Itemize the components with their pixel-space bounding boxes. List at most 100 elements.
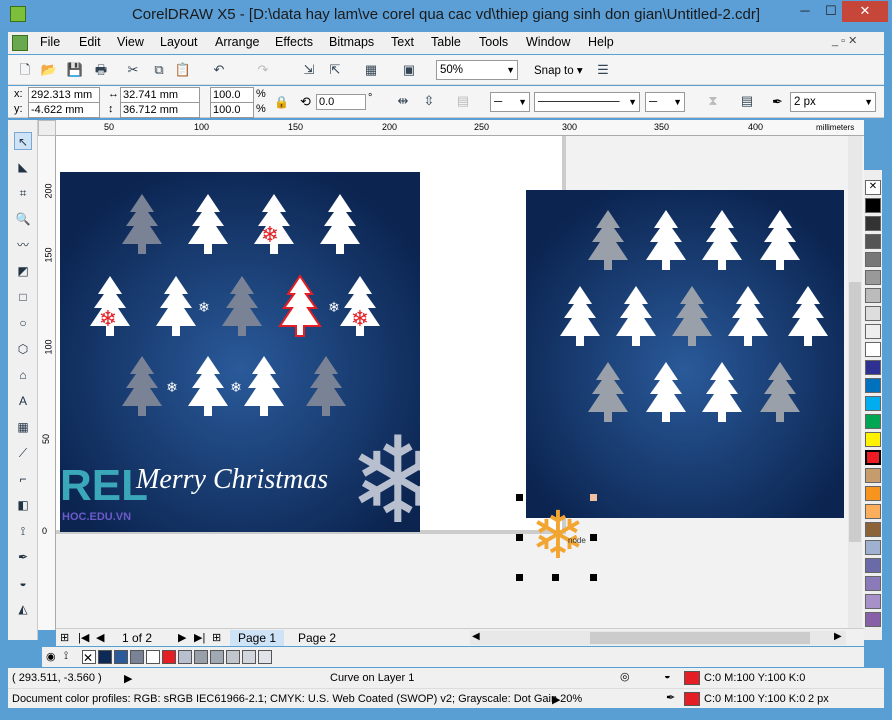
snap-to-dropdown[interactable]: Snap to ▾ <box>534 63 583 77</box>
menu-arrange[interactable]: Arrange <box>215 35 259 49</box>
rotation-angle-field[interactable]: 0.0 <box>316 94 366 110</box>
pick-tool-icon[interactable]: ↖ <box>14 132 32 150</box>
horizontal-scrollbar[interactable]: ◀ ▶ <box>470 631 846 645</box>
selection-handle[interactable] <box>516 534 523 541</box>
profile-expand-icon[interactable]: ▶ <box>552 693 560 706</box>
smart-fill-tool-icon[interactable]: ◩ <box>14 262 32 280</box>
convert-to-curves-icon[interactable]: ▤ <box>452 90 474 112</box>
selection-handle[interactable] <box>516 494 523 501</box>
width-field[interactable]: 32.741 mm <box>120 87 200 103</box>
tab-page-2[interactable]: Page 2 <box>290 630 344 646</box>
color-swatch[interactable] <box>865 360 881 375</box>
undo-icon[interactable]: ↶ <box>208 59 230 81</box>
close-button[interactable]: ✕ <box>842 1 888 22</box>
color-swatch[interactable] <box>865 288 881 303</box>
color-swatch[interactable] <box>865 504 881 519</box>
color-swatch[interactable] <box>146 650 160 664</box>
scale-x-field[interactable]: 100.0 <box>210 87 254 103</box>
fill-tool-icon[interactable]: ◒ <box>14 574 32 592</box>
menu-table[interactable]: Table <box>431 35 461 49</box>
color-swatch[interactable] <box>865 198 881 213</box>
menu-edit[interactable]: Edit <box>79 35 101 49</box>
color-swatch[interactable] <box>865 234 881 249</box>
color-swatch[interactable] <box>865 306 881 321</box>
color-swatch[interactable] <box>865 432 881 447</box>
add-page-icon[interactable]: ⊞ <box>60 631 69 644</box>
color-swatch[interactable] <box>865 252 881 267</box>
height-field[interactable]: 36.712 mm <box>120 102 200 118</box>
horizontal-ruler[interactable]: 50 100 150 200 250 300 350 400 millimete… <box>38 120 864 136</box>
snap-status-icon[interactable]: ◎ <box>620 670 630 683</box>
doc-window-controls[interactable]: _ ▫ ✕ <box>832 34 857 47</box>
rectangle-tool-icon[interactable]: □ <box>14 288 32 306</box>
x-position-field[interactable]: 292.313 mm <box>28 87 100 103</box>
ruler-origin[interactable] <box>38 120 56 136</box>
scrollbar-thumb[interactable] <box>590 632 810 644</box>
menu-window[interactable]: Window <box>526 35 570 49</box>
palette-menu-icon[interactable]: ◉ <box>46 650 56 663</box>
fill-color-indicator[interactable] <box>684 671 700 685</box>
menu-help[interactable]: Help <box>588 35 614 49</box>
maximize-button[interactable]: ☐ <box>818 1 844 22</box>
minimize-button[interactable]: ─ <box>792 1 818 22</box>
connector-tool-icon[interactable]: ⌐ <box>14 470 32 488</box>
import-icon[interactable]: ⇲ <box>298 59 320 81</box>
new-icon[interactable]: 🗋 <box>14 59 36 81</box>
blend-tool-icon[interactable]: ◧ <box>14 496 32 514</box>
menu-text[interactable]: Text <box>391 35 414 49</box>
color-swatch[interactable] <box>865 270 881 285</box>
no-color-swatch[interactable]: ✕ <box>82 650 96 665</box>
color-swatch[interactable] <box>162 650 176 664</box>
wrap-text-icon[interactable]: ▤ <box>736 90 758 112</box>
copy-icon[interactable]: ⧉ <box>148 59 170 81</box>
drawing-canvas[interactable]: ❄ ❄ ❄ ❄ ❄ ❄ ❄ ❄ REL HOC.EDU.VN Merry Chr… <box>56 136 864 628</box>
color-swatch[interactable] <box>210 650 224 664</box>
card-left[interactable]: ❄ ❄ ❄ ❄ ❄ ❄ ❄ ❄ REL HOC.EDU.VN Merry Chr… <box>60 172 420 532</box>
polygon-tool-icon[interactable]: ⬡ <box>14 340 32 358</box>
color-swatch[interactable] <box>865 612 881 627</box>
outline-width-select[interactable]: 2 px ▼ <box>790 92 876 112</box>
zoom-tool-icon[interactable]: 🔍 <box>14 210 32 228</box>
color-swatch[interactable] <box>865 342 881 357</box>
table-tool-icon[interactable]: ▦ <box>14 418 32 436</box>
start-arrow-select[interactable]: ─ ▼ <box>490 92 530 112</box>
y-position-field[interactable]: -4.622 mm <box>28 102 100 118</box>
options-icon[interactable]: ☰ <box>592 59 614 81</box>
document-icon[interactable] <box>12 35 28 51</box>
selection-handle[interactable] <box>590 574 597 581</box>
welcome-screen-icon[interactable]: ▣ <box>398 59 420 81</box>
freehand-tool-icon[interactable]: 〰 <box>14 236 32 254</box>
first-page-icon[interactable]: |◀ <box>78 631 89 644</box>
next-page-icon[interactable]: ▶ <box>178 631 186 644</box>
vertical-ruler[interactable]: 200 150 100 50 0 <box>38 136 56 630</box>
menu-tools[interactable]: Tools <box>479 35 508 49</box>
status-expand-icon[interactable]: ▶ <box>124 672 132 685</box>
print-icon[interactable]: 🖶 <box>90 59 112 81</box>
last-page-icon[interactable]: ▶| <box>194 631 205 644</box>
tab-page-1[interactable]: Page 1 <box>230 630 285 646</box>
color-swatch[interactable] <box>258 650 272 664</box>
color-swatch[interactable] <box>865 324 881 339</box>
color-swatch[interactable] <box>865 468 881 483</box>
end-arrow-select[interactable]: ─ ▼ <box>645 92 685 112</box>
line-style-select[interactable]: ────────── ▼ <box>534 92 640 112</box>
color-swatch[interactable] <box>865 522 881 537</box>
scrollbar-thumb[interactable] <box>849 282 861 542</box>
crop-tool-icon[interactable]: ⌗ <box>14 184 32 202</box>
open-icon[interactable]: 📂 <box>38 59 60 81</box>
color-swatch-selected[interactable] <box>865 450 881 465</box>
redo-icon[interactable]: ↷ <box>252 59 274 81</box>
color-profile-info[interactable]: Document color profiles: RGB: sRGB IEC61… <box>12 693 582 705</box>
interactive-fill-tool-icon[interactable]: ◭ <box>14 600 32 618</box>
color-swatch[interactable] <box>242 650 256 664</box>
prev-page-icon[interactable]: ◀ <box>96 631 104 644</box>
zoom-level-select[interactable]: 50% ▼ <box>436 60 518 80</box>
color-swatch[interactable] <box>865 540 881 555</box>
color-swatch[interactable] <box>865 486 881 501</box>
ellipse-tool-icon[interactable]: ○ <box>14 314 32 332</box>
color-swatch[interactable] <box>865 396 881 411</box>
outline-color-indicator[interactable] <box>684 692 700 706</box>
selected-object[interactable]: ❄ node <box>516 494 597 581</box>
menu-layout[interactable]: Layout <box>160 35 198 49</box>
eyedropper-tool-icon[interactable]: ⟟ <box>14 522 32 540</box>
